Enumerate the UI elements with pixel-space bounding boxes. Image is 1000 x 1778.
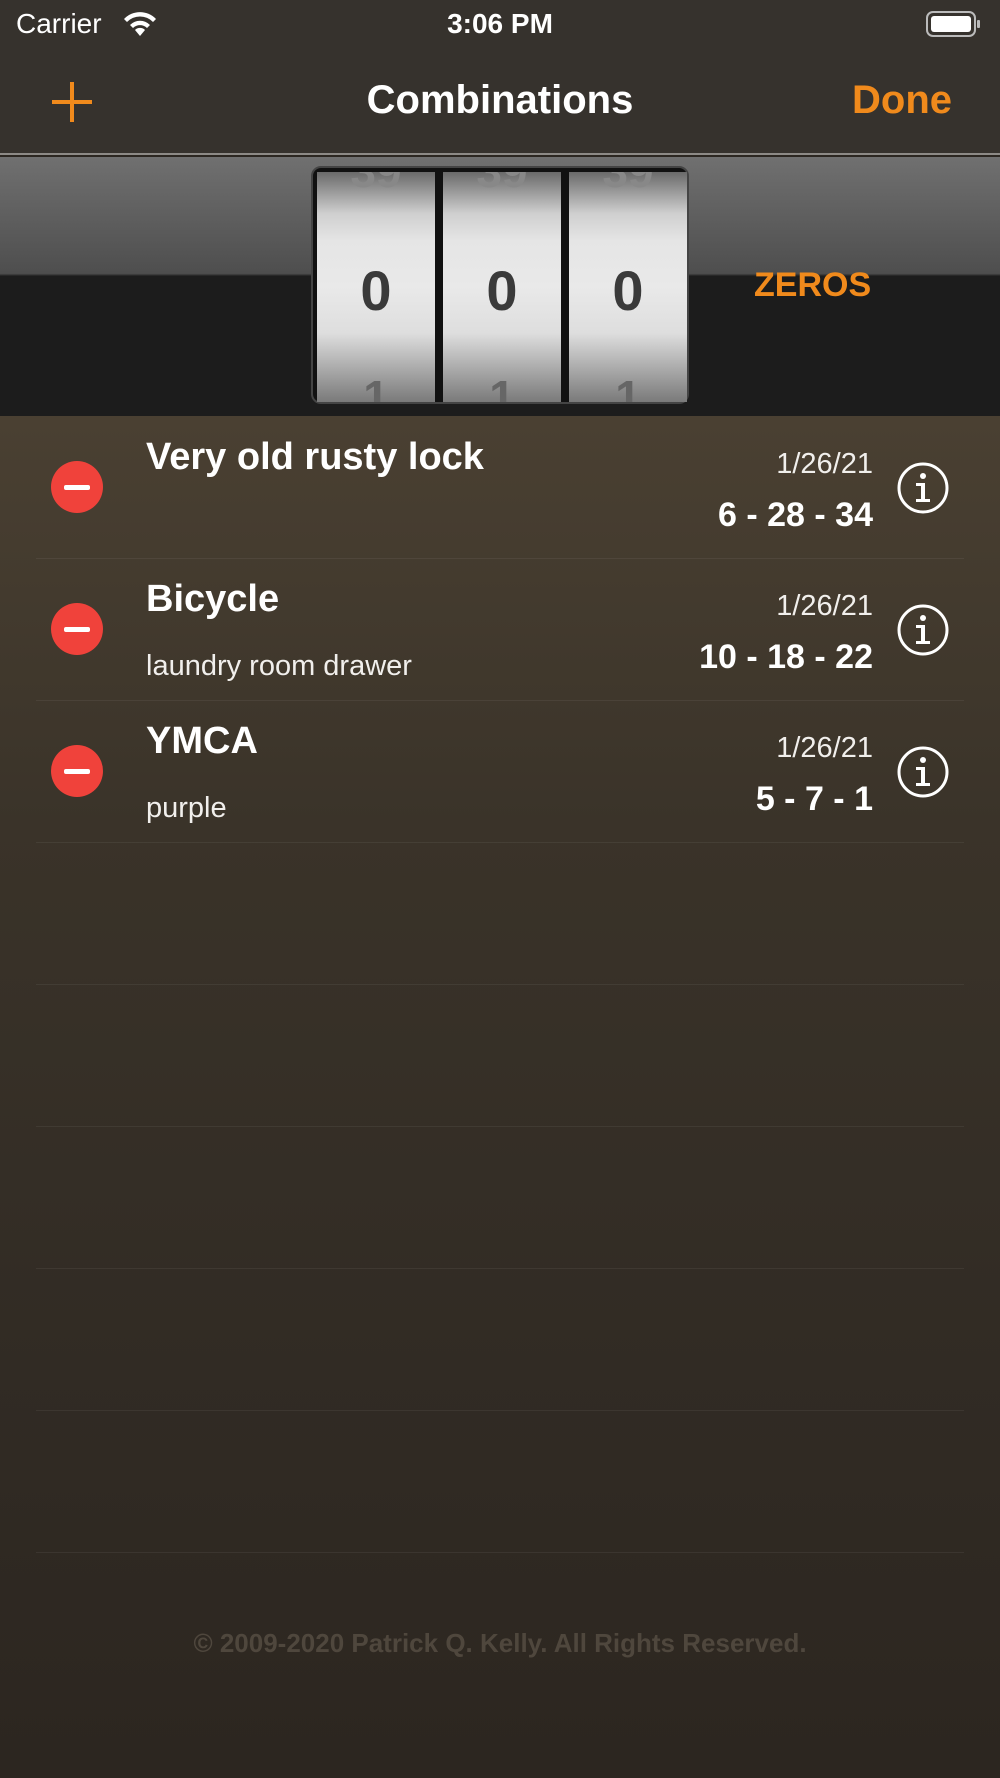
row-divider <box>36 984 964 985</box>
row-divider <box>36 1268 964 1269</box>
battery-icon <box>926 11 980 37</box>
wheel-prev-digit: 39 <box>443 172 561 198</box>
combination-list: Very old rusty lock 1/26/21 6 - 28 - 34 … <box>0 416 1000 1778</box>
list-item[interactable]: Bicycle laundry room drawer 1/26/21 10 -… <box>0 558 1000 700</box>
zeros-button[interactable]: ZEROS <box>754 266 871 305</box>
item-date: 1/26/21 <box>776 732 873 764</box>
page-title: Combinations <box>366 78 634 122</box>
wheel-next-digit: 1 <box>615 371 641 402</box>
list-item[interactable]: YMCA purple 1/26/21 5 - 7 - 1 <box>0 700 1000 842</box>
list-item[interactable]: Very old rusty lock 1/26/21 6 - 28 - 34 <box>0 416 1000 558</box>
item-title: Very old rusty lock <box>146 436 484 478</box>
item-combination: 6 - 28 - 34 <box>718 496 873 534</box>
combination-dial: 39 0 1 39 0 1 39 0 1 <box>311 166 689 404</box>
item-subtitle: purple <box>146 792 227 824</box>
status-bar: Carrier 3:06 PM <box>0 0 1000 50</box>
item-combination: 5 - 7 - 1 <box>755 780 873 818</box>
dial-wheel-1[interactable]: 39 0 1 <box>317 172 435 402</box>
info-icon[interactable] <box>896 745 950 799</box>
copyright-text: © 2009-2020 Patrick Q. Kelly. All Rights… <box>193 1628 807 1658</box>
row-divider <box>36 1410 964 1411</box>
row-divider <box>36 1126 964 1127</box>
delete-button[interactable] <box>51 603 103 655</box>
info-icon[interactable] <box>896 603 950 657</box>
item-date: 1/26/21 <box>776 448 873 480</box>
wheel-next-digit: 1 <box>363 371 389 402</box>
item-title: YMCA <box>146 720 258 762</box>
status-time: 3:06 PM <box>447 8 553 39</box>
item-title: Bicycle <box>146 578 280 620</box>
delete-button[interactable] <box>51 745 103 797</box>
wheel-prev-digit: 39 <box>317 172 435 198</box>
wheel-prev-digit: 39 <box>569 172 687 198</box>
dial-wheel-3[interactable]: 39 0 1 <box>569 172 687 402</box>
wheel-next-digit: 1 <box>489 371 515 402</box>
dial-wheel-2[interactable]: 39 0 1 <box>443 172 561 402</box>
item-combination: 10 - 18 - 22 <box>699 638 873 676</box>
delete-button[interactable] <box>51 461 103 513</box>
done-button[interactable]: Done <box>852 78 952 123</box>
wheel-current-digit: 0 <box>612 259 644 322</box>
wheel-current-digit: 0 <box>360 259 392 322</box>
row-divider <box>36 842 964 843</box>
info-icon[interactable] <box>896 461 950 515</box>
row-divider <box>36 1552 964 1553</box>
item-subtitle: laundry room drawer <box>146 650 412 682</box>
top-bar: Carrier 3:06 PM Combinations Done <box>0 0 1000 155</box>
item-date: 1/26/21 <box>776 590 873 622</box>
wheel-current-digit: 0 <box>486 259 518 322</box>
